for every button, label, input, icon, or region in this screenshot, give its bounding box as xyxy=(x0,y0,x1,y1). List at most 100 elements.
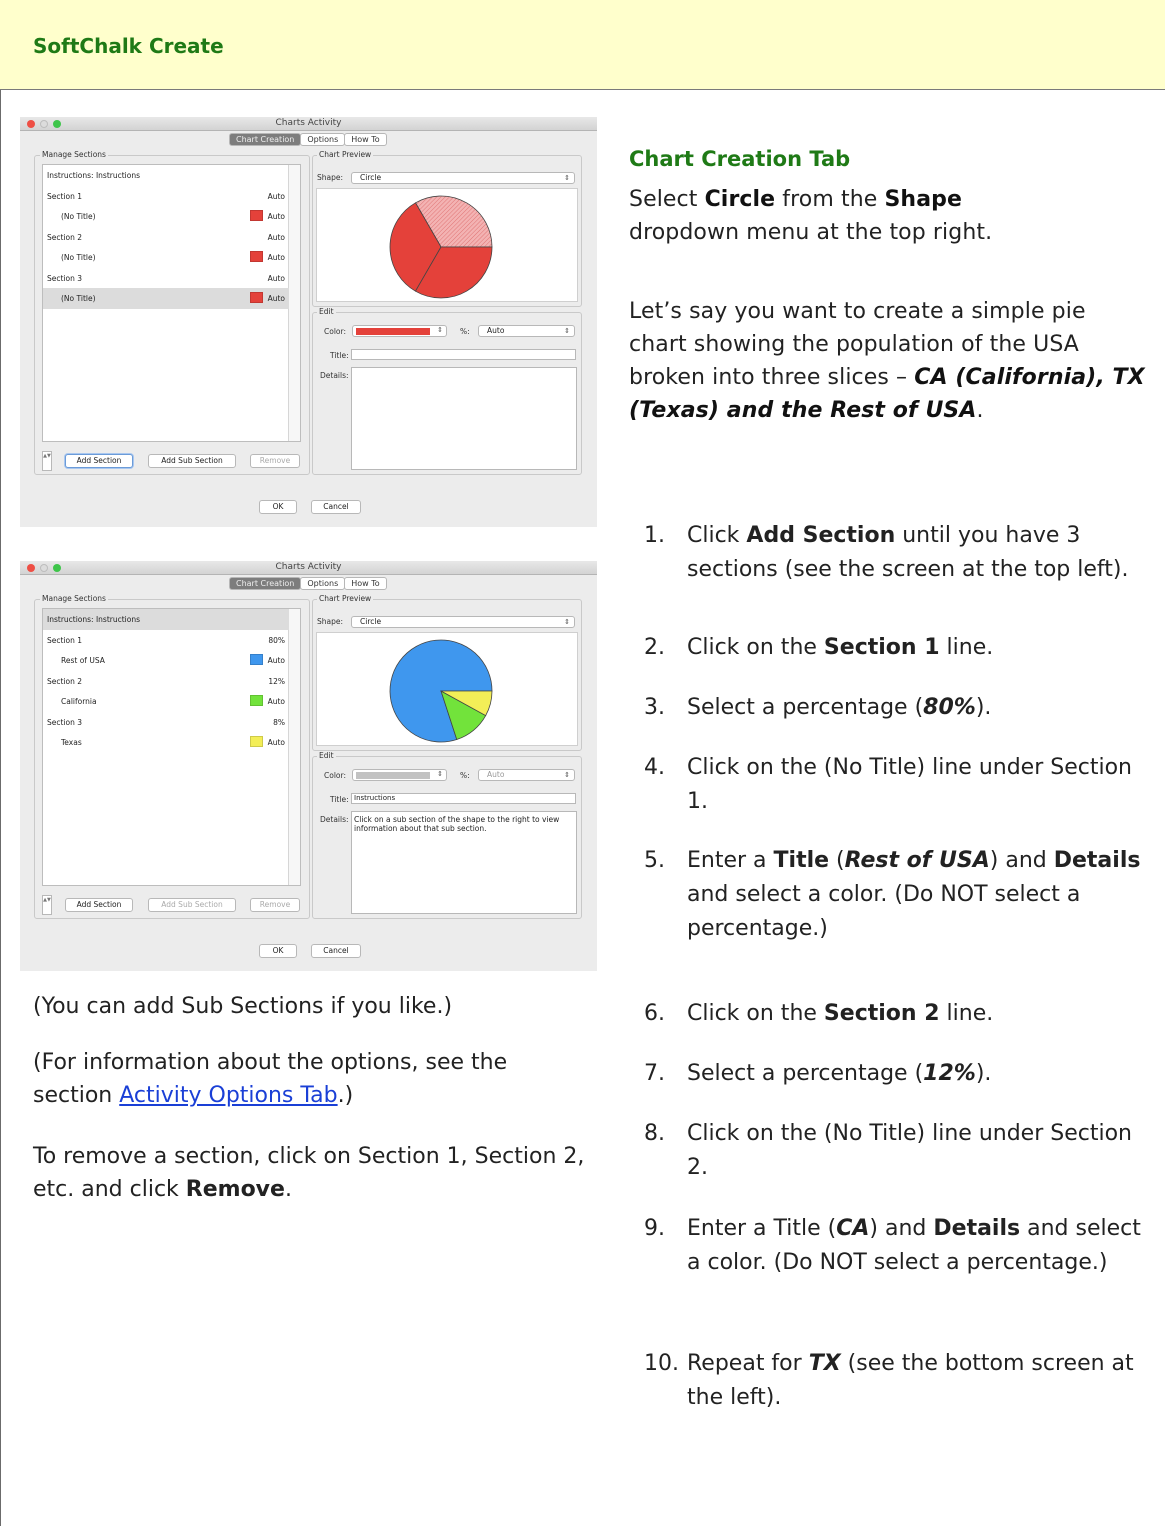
color-picker[interactable]: ⇕ xyxy=(352,769,447,781)
window-title: Charts Activity xyxy=(275,118,342,128)
list-scrollbar[interactable] xyxy=(288,165,300,441)
shape-select-value: Circle xyxy=(360,617,382,626)
step-text: Select a percentage (12%). xyxy=(687,1061,992,1086)
step-text: Click on the Section 2 line. xyxy=(687,1001,994,1026)
details-textarea[interactable] xyxy=(351,367,577,470)
color-picker[interactable]: ⇕ xyxy=(352,325,447,337)
color-well-fill xyxy=(356,772,430,779)
color-swatch xyxy=(250,292,263,303)
list-item-value: 80% xyxy=(268,635,285,645)
charts-activity-window-bottom: Charts Activity Chart Creation Options How … xyxy=(20,561,597,971)
charts-activity-window-top: Charts Activity Chart Creation Options How … xyxy=(20,117,597,527)
list-item-label: Section 3 xyxy=(47,717,83,727)
chevron-updown-icon: ⇕ xyxy=(437,326,443,334)
percent-label: %: xyxy=(460,327,470,336)
list-item-value: Auto xyxy=(267,191,285,201)
intro-paragraph: Select Circle from the Shape dropdown me… xyxy=(629,187,993,245)
list-item-label: Section 2 xyxy=(47,232,83,242)
percent-select-value: Auto xyxy=(487,326,505,335)
list-item-value: Auto xyxy=(267,253,285,262)
step-number: 7. xyxy=(644,1061,665,1086)
list-item-label: Instructions: Instructions xyxy=(47,171,141,180)
window-titlebar: Charts Activity xyxy=(20,117,597,131)
pie-chart-preview xyxy=(389,195,493,299)
chart-preview-area xyxy=(316,632,578,746)
percent-label: %: xyxy=(460,771,470,780)
add-sub-section-button[interactable]: Add Sub Section xyxy=(148,454,236,468)
details-textarea[interactable]: Click on a sub section of the shape to t… xyxy=(351,811,577,914)
list-item[interactable]: California Auto xyxy=(43,691,289,712)
tab-chart-creation[interactable]: Chart Creation xyxy=(229,577,302,590)
add-section-button[interactable]: Add Section xyxy=(65,898,133,912)
tab-chart-creation[interactable]: Chart Creation xyxy=(229,133,302,146)
chevron-updown-icon: ⇕ xyxy=(564,618,570,626)
chevron-updown-icon: ⇕ xyxy=(564,771,570,779)
list-item-value: Auto xyxy=(267,697,285,706)
add-sub-section-button[interactable]: Add Sub Section xyxy=(148,898,236,912)
tab-options[interactable]: Options xyxy=(300,577,346,590)
window-title: Charts Activity xyxy=(275,562,342,572)
list-item[interactable]: Section 1 80% xyxy=(43,630,289,651)
list-item-value: Auto xyxy=(267,273,285,283)
color-well-fill xyxy=(356,328,430,335)
reorder-stepper[interactable]: ▲▼ xyxy=(42,451,52,471)
list-item[interactable]: Section 3 8% xyxy=(43,712,289,733)
list-item-value: Auto xyxy=(267,656,285,665)
tab-how-to[interactable]: How To xyxy=(344,133,387,146)
ok-button[interactable]: OK xyxy=(259,944,297,958)
title-input[interactable] xyxy=(351,349,576,360)
manage-sections-label: Manage Sections xyxy=(40,150,108,159)
tab-bar: Chart Creation Options How To xyxy=(229,577,387,591)
list-item-value: 8% xyxy=(273,717,285,727)
list-item[interactable]: Texas Auto xyxy=(43,732,289,753)
list-item-value: Auto xyxy=(267,738,285,747)
step-item: 1. Click Add Section until you have 3 sec… xyxy=(644,519,1154,587)
add-section-button[interactable]: Add Section xyxy=(65,454,133,468)
remove-button[interactable]: Remove xyxy=(250,898,300,912)
list-item-value: Auto xyxy=(267,294,285,303)
cancel-button[interactable]: Cancel xyxy=(311,500,361,514)
title-label: Title: xyxy=(330,795,349,804)
percent-select[interactable]: Auto ⇕ xyxy=(478,325,575,337)
list-item[interactable]: Section 1 Auto xyxy=(43,186,289,207)
activity-options-link[interactable]: Activity Options Tab xyxy=(119,1083,337,1108)
shape-select[interactable]: Circle ⇕ xyxy=(351,616,575,628)
list-item[interactable]: (No Title) Auto xyxy=(43,247,289,268)
reorder-stepper[interactable]: ▲▼ xyxy=(42,895,52,915)
step-text: Click on the Section 1 line. xyxy=(687,635,994,660)
list-item[interactable]: (No Title) Auto xyxy=(43,206,289,227)
step-text: Click Add Section until you have 3 secti… xyxy=(687,523,1129,582)
chart-preview-area xyxy=(316,188,578,302)
list-item-value: Auto xyxy=(267,232,285,242)
step-text: Enter a Title (Rest of USA) and Details … xyxy=(687,848,1141,941)
percent-select[interactable]: Auto ⇕ xyxy=(478,769,575,781)
note-remove: To remove a section, click on Section 1,… xyxy=(33,1144,585,1202)
step-number: 5. xyxy=(644,848,665,873)
list-item[interactable]: Rest of USA Auto xyxy=(43,650,289,671)
step-item: 3. Select a percentage (80%). xyxy=(644,691,1154,725)
list-item[interactable]: Instructions: Instructions xyxy=(43,165,289,186)
list-item-label: (No Title) xyxy=(61,253,96,262)
list-item[interactable]: Section 2 12% xyxy=(43,671,289,692)
tab-how-to[interactable]: How To xyxy=(344,577,387,590)
ok-button[interactable]: OK xyxy=(259,500,297,514)
list-scrollbar[interactable] xyxy=(288,609,300,885)
title-input[interactable]: Instructions xyxy=(351,793,576,804)
cancel-button[interactable]: Cancel xyxy=(311,944,361,958)
tab-options[interactable]: Options xyxy=(300,133,346,146)
step-number: 1. xyxy=(644,523,665,548)
list-item[interactable]: Instructions: Instructions xyxy=(43,609,289,630)
remove-button[interactable]: Remove xyxy=(250,454,300,468)
sections-list[interactable]: Instructions: Instructions Section 1 80% Re… xyxy=(42,608,301,886)
chevron-updown-icon: ⇕ xyxy=(564,174,570,182)
list-item-label: Section 1 xyxy=(47,635,83,645)
list-item[interactable]: Section 2 Auto xyxy=(43,227,289,248)
list-item[interactable]: Section 3 Auto xyxy=(43,268,289,289)
step-item: 10. Repeat for TX (see the bottom screen … xyxy=(644,1347,1154,1415)
manage-sections-label: Manage Sections xyxy=(40,594,108,603)
step-item: 9. Enter a Title (CA) and Details and sel… xyxy=(644,1212,1154,1280)
shape-select[interactable]: Circle ⇕ xyxy=(351,172,575,184)
color-swatch xyxy=(250,654,263,665)
sections-list[interactable]: Instructions: Instructions Section 1 Auto (… xyxy=(42,164,301,442)
list-item[interactable]: (No Title) Auto xyxy=(43,288,289,309)
